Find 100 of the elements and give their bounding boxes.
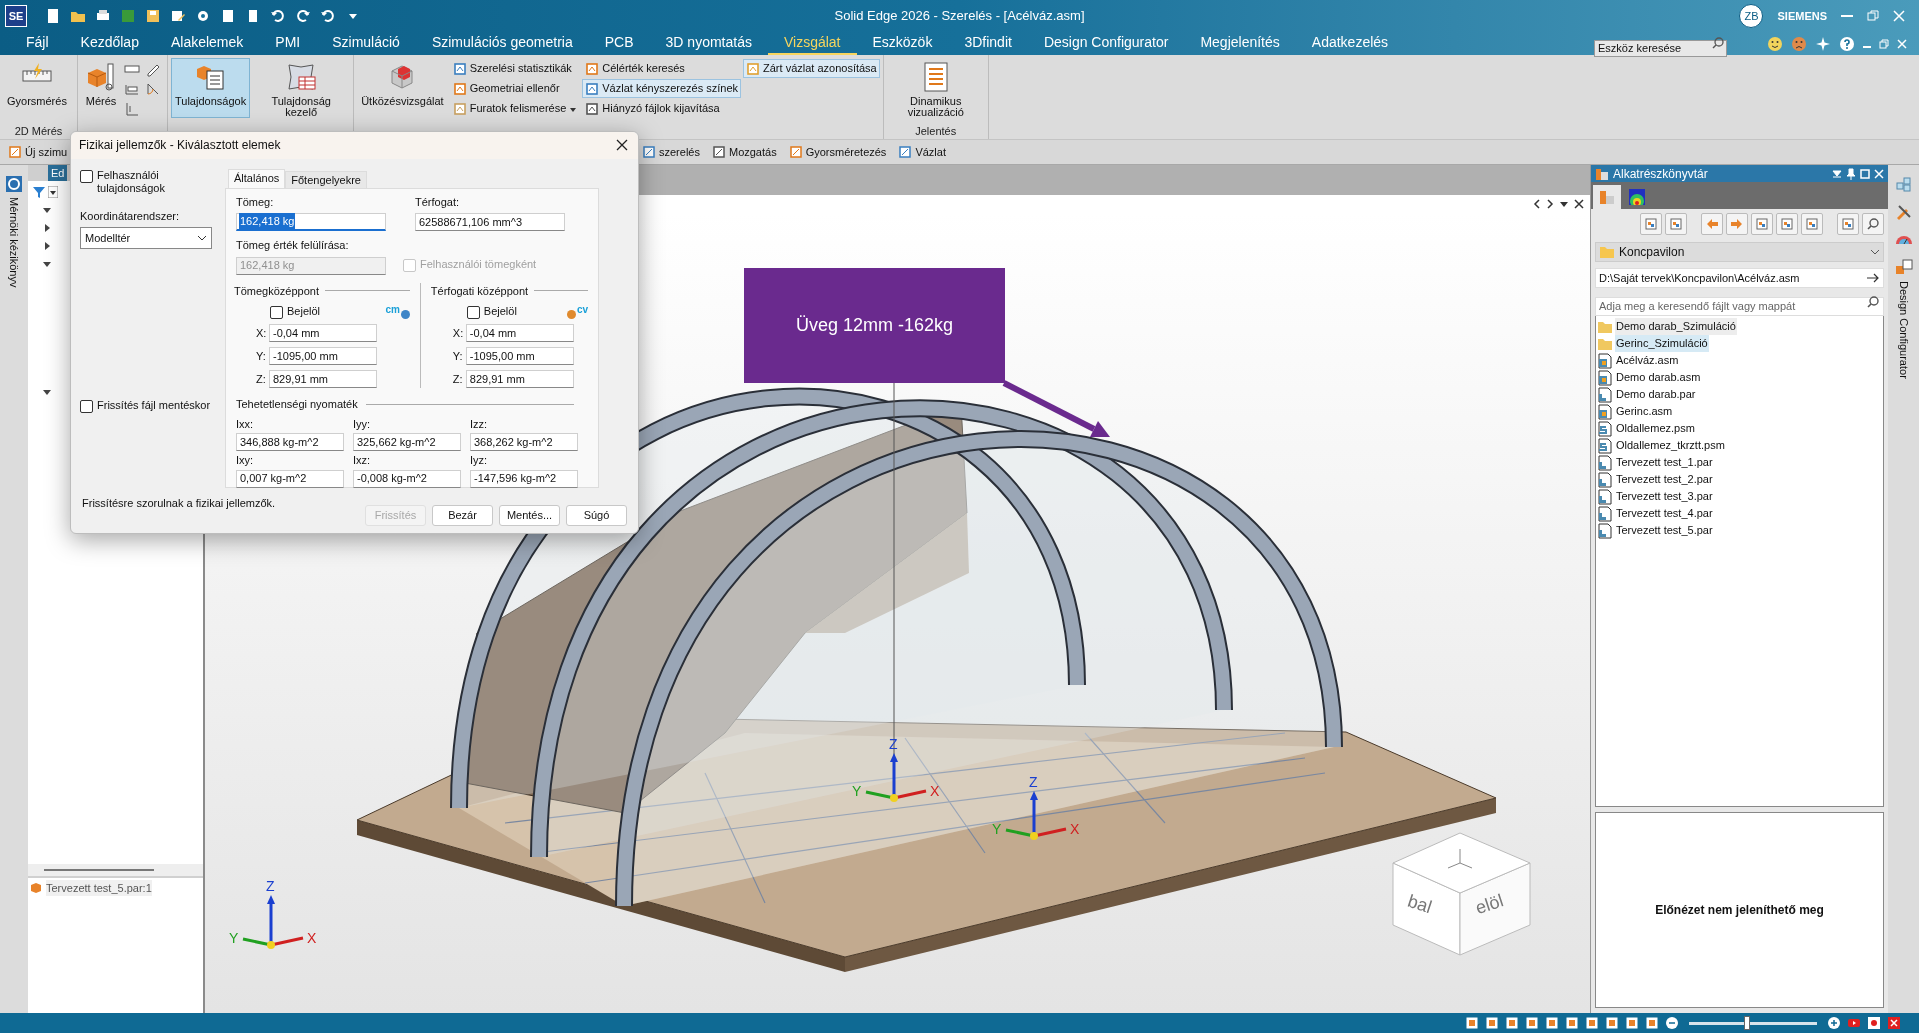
value-field[interactable]: -0,04 mm [465, 324, 574, 343]
value-field[interactable]: 829,91 mm [465, 370, 574, 389]
toolbar-button[interactable] [1862, 213, 1884, 235]
ribbon-button[interactable]: Tulajdonság kezelő [252, 58, 351, 118]
value-field[interactable]: 0,007 kg-m^2 [236, 469, 344, 488]
ribbon-button[interactable]: Tulajdonságok [171, 58, 251, 118]
toolbar-button[interactable]: Mozgatás [709, 142, 779, 162]
value-field[interactable]: -0,008 kg-m^2 [353, 469, 461, 488]
ribbon-button[interactable]: Mérés [81, 58, 121, 118]
toolbar-button[interactable]: Vázlat [896, 142, 948, 162]
dialog-button[interactable]: Bezár [432, 504, 493, 526]
ribbon-command[interactable]: Furatok felismerése [449, 99, 581, 118]
file-search-field[interactable]: Adja meg a keresendő fájlt vagy mappát [1595, 296, 1884, 316]
app-logo[interactable]: SE [5, 5, 27, 27]
toolbar-button[interactable]: Új szimu [6, 142, 70, 162]
ribbon-command[interactable]: Geometriai ellenőr [449, 79, 581, 98]
value-field[interactable]: -147,596 kg-m^2 [470, 469, 578, 488]
toolbar-button[interactable]: szerelés [640, 142, 702, 162]
close-icon[interactable] [1574, 199, 1584, 209]
menu-tab[interactable]: Alakelemek [154, 32, 260, 55]
menu-tab[interactable]: PCB [588, 32, 650, 55]
path-field[interactable]: D:\Saját tervek\Koncpavilon\Acélváz.asm [1595, 268, 1884, 288]
maximize-icon[interactable] [1860, 168, 1870, 179]
value-field[interactable]: 346,888 kg-m^2 [236, 433, 344, 452]
value-field[interactable]: -1095,00 mm [465, 347, 574, 366]
checkbox[interactable] [80, 169, 93, 183]
toolbar-button[interactable] [1640, 213, 1662, 235]
checkbox-label[interactable]: Felhasználói tulajdonságok [97, 168, 187, 195]
tree-item[interactable]: Tervezett test_5.par:1 [46, 879, 152, 897]
file-item[interactable]: Gerinc.asm [1615, 403, 1674, 420]
ribbon-command[interactable]: Hiányzó fájlok kijavítása [582, 99, 741, 118]
video-icon[interactable] [1847, 1016, 1861, 1030]
close-icon[interactable] [616, 139, 628, 152]
dialog-tab[interactable]: Általános [228, 168, 286, 188]
mass-field[interactable]: 162,418 kg [236, 213, 386, 232]
toolbar-button[interactable] [1801, 213, 1823, 235]
record-icon[interactable] [1867, 1016, 1881, 1030]
file-item[interactable]: Demo darab.asm [1615, 369, 1702, 386]
value-field[interactable]: 325,662 kg-m^2 [353, 433, 461, 452]
dialog-button[interactable]: Mentés... [499, 504, 560, 526]
collapsed-caret-icon[interactable] [42, 223, 52, 233]
panel-tab[interactable]: Ed [48, 165, 68, 181]
ribbon-button[interactable]: Dinamikus vizualizáció [886, 58, 985, 118]
dropdown-icon[interactable] [1559, 199, 1569, 209]
toolbar-button[interactable] [1665, 213, 1687, 235]
menu-tab[interactable]: Megjelenítés [1184, 32, 1296, 55]
slider-thumb[interactable] [1743, 1016, 1750, 1030]
file-item[interactable]: Tervezett test_5.par [1615, 522, 1714, 539]
file-item[interactable]: Gerinc_Szimuláció [1615, 335, 1709, 352]
value-field[interactable]: -1095,00 mm [269, 347, 377, 366]
file-item[interactable]: Acélváz.asm [1615, 352, 1680, 369]
scroll-right-icon[interactable] [1546, 199, 1554, 209]
value-field[interactable]: 829,91 mm [269, 370, 377, 389]
ribbon-button[interactable]: Gyorsmérés [3, 58, 71, 118]
plus-icon[interactable] [1827, 1016, 1841, 1030]
checkbox-label[interactable]: Bejelöl [483, 305, 517, 319]
file-item[interactable]: Oldallemez_tkrztt.psm [1615, 437, 1726, 454]
checkbox[interactable] [270, 306, 283, 320]
dialog-button[interactable]: Súgó [566, 504, 627, 526]
file-item[interactable]: Tervezett test_4.par [1615, 505, 1714, 522]
file-item[interactable]: Oldallemez.psm [1615, 420, 1696, 437]
file-item[interactable]: Demo darab_Szimuláció [1615, 318, 1737, 335]
toolbar-button[interactable]: Gyorsméretezés [786, 142, 889, 162]
menu-tab[interactable]: Kezdőlap [64, 32, 155, 55]
zoom-slider[interactable] [1689, 1016, 1817, 1030]
checkbox-label[interactable]: Frissítés fájl mentéskor [97, 399, 211, 413]
menu-tab[interactable]: Szimuláció [316, 32, 416, 55]
view-cube-label[interactable]: elöl [1472, 890, 1506, 919]
file-item[interactable]: Tervezett test_2.par [1615, 471, 1714, 488]
toolbar-button[interactable] [1837, 213, 1859, 235]
toolbar-button[interactable] [1776, 213, 1798, 235]
menu-tab[interactable]: Szimulációs geometria [415, 32, 589, 55]
minus-icon[interactable] [1665, 1016, 1679, 1030]
view-cube-label[interactable]: bal [1405, 890, 1435, 918]
file-item[interactable]: Demo darab.par [1615, 386, 1697, 403]
configurator-icon[interactable] [1894, 259, 1913, 277]
coordinate-system-dropdown[interactable]: Modelltér [80, 227, 212, 250]
ribbon-command[interactable]: Zárt vázlat azonosítása [743, 59, 880, 78]
file-item[interactable]: Tervezett test_3.par [1615, 488, 1714, 505]
dialog-tab[interactable]: Főtengelyekre [285, 170, 367, 188]
menu-tab[interactable]: Adatkezelés [1295, 32, 1405, 55]
side-tab[interactable]: Design Configurator [1895, 281, 1912, 379]
expanded-caret-icon[interactable] [42, 259, 52, 269]
user-avatar[interactable]: ZB [1739, 4, 1764, 28]
collapsed-caret-icon[interactable] [42, 241, 52, 251]
expanded-caret-icon[interactable] [42, 387, 52, 397]
ribbon-button[interactable]: Ütközésvizsgálat [357, 58, 448, 118]
pin-icon[interactable] [1846, 167, 1856, 180]
value-field[interactable]: 368,262 kg-m^2 [470, 433, 578, 452]
toolbar-button[interactable] [1751, 213, 1773, 235]
menu-tab[interactable]: Design Configurator [1027, 32, 1185, 55]
tool-search-field[interactable]: Eszköz keresése [1594, 39, 1727, 57]
value-field[interactable]: -0,04 mm [269, 324, 377, 343]
folder-dropdown[interactable]: Koncpavilon [1595, 242, 1884, 262]
volume-field[interactable]: 62588671,106 mm^3 [415, 213, 565, 232]
menu-tab[interactable]: 3Dfindit [948, 32, 1028, 55]
checkbox-label[interactable]: Bejelöl [287, 305, 321, 319]
side-tab[interactable]: Mérnöki kézikönyv [5, 197, 23, 288]
file-item[interactable]: Tervezett test_1.par [1615, 454, 1714, 471]
ribbon-command[interactable]: Célérték keresés [582, 59, 741, 78]
